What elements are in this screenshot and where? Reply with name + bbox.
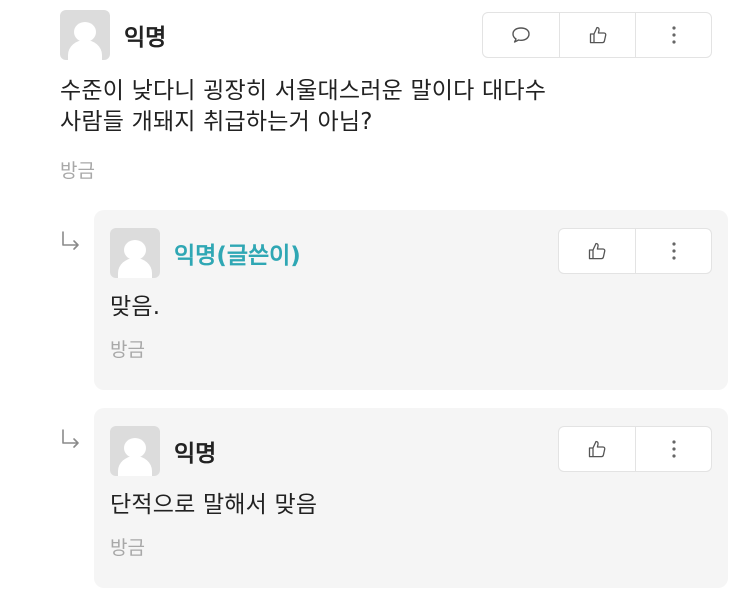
more-button[interactable] (635, 427, 711, 471)
reply-item: 익명 단적으로 말해서 맞음 방금 (94, 408, 728, 588)
more-icon (671, 242, 676, 260)
comment-time: 방금 (60, 160, 95, 182)
reply-actions (558, 228, 712, 274)
like-icon (588, 242, 606, 260)
reply-arrow-icon (62, 231, 79, 250)
reply-actions (558, 426, 712, 472)
reply-author: 익명(글쓴이) (174, 243, 301, 269)
comment-text: 수준이 낮다니 굉장히 서울대스러운 말이다 대다수 사람들 개돼지 취급하는거… (60, 76, 712, 138)
comment-text-line: 수준이 낮다니 굉장히 서울대스러운 말이다 대다수 (60, 78, 547, 104)
reply-item: 익명(글쓴이) 맞음. 방금 (94, 210, 728, 390)
like-button[interactable] (559, 229, 635, 273)
avatar-head (124, 438, 146, 458)
comment-icon (512, 27, 530, 43)
more-icon (671, 440, 676, 458)
reply-text: 맞음. (110, 294, 161, 320)
reply-text: 단적으로 말해서 맞음 (110, 492, 318, 518)
avatar (110, 228, 160, 278)
reply-button[interactable] (483, 13, 559, 57)
avatar-body (118, 258, 152, 278)
reply-author: 익명 (174, 441, 217, 467)
like-button[interactable] (559, 13, 635, 57)
avatar-body (118, 456, 152, 476)
like-icon (588, 440, 606, 458)
more-button[interactable] (635, 229, 711, 273)
comment: 익명 수준이 낮다니 굉장히 서울대스러운 말이다 대다수 사람들 개돼지 취급… (60, 10, 712, 183)
more-icon (671, 26, 676, 44)
avatar-head (124, 240, 146, 260)
avatar (60, 10, 110, 60)
comment-author: 익명 (124, 25, 167, 51)
reply-time: 방금 (110, 339, 145, 361)
avatar (110, 426, 160, 476)
more-button[interactable] (635, 13, 711, 57)
reply-arrow-icon (62, 429, 79, 448)
like-button[interactable] (559, 427, 635, 471)
comment-actions (482, 12, 712, 58)
reply-time: 방금 (110, 537, 145, 559)
avatar-body (68, 40, 102, 60)
avatar-head (74, 22, 96, 42)
like-icon (589, 26, 606, 44)
comment-text-line: 사람들 개돼지 취급하는거 아님? (60, 109, 373, 135)
